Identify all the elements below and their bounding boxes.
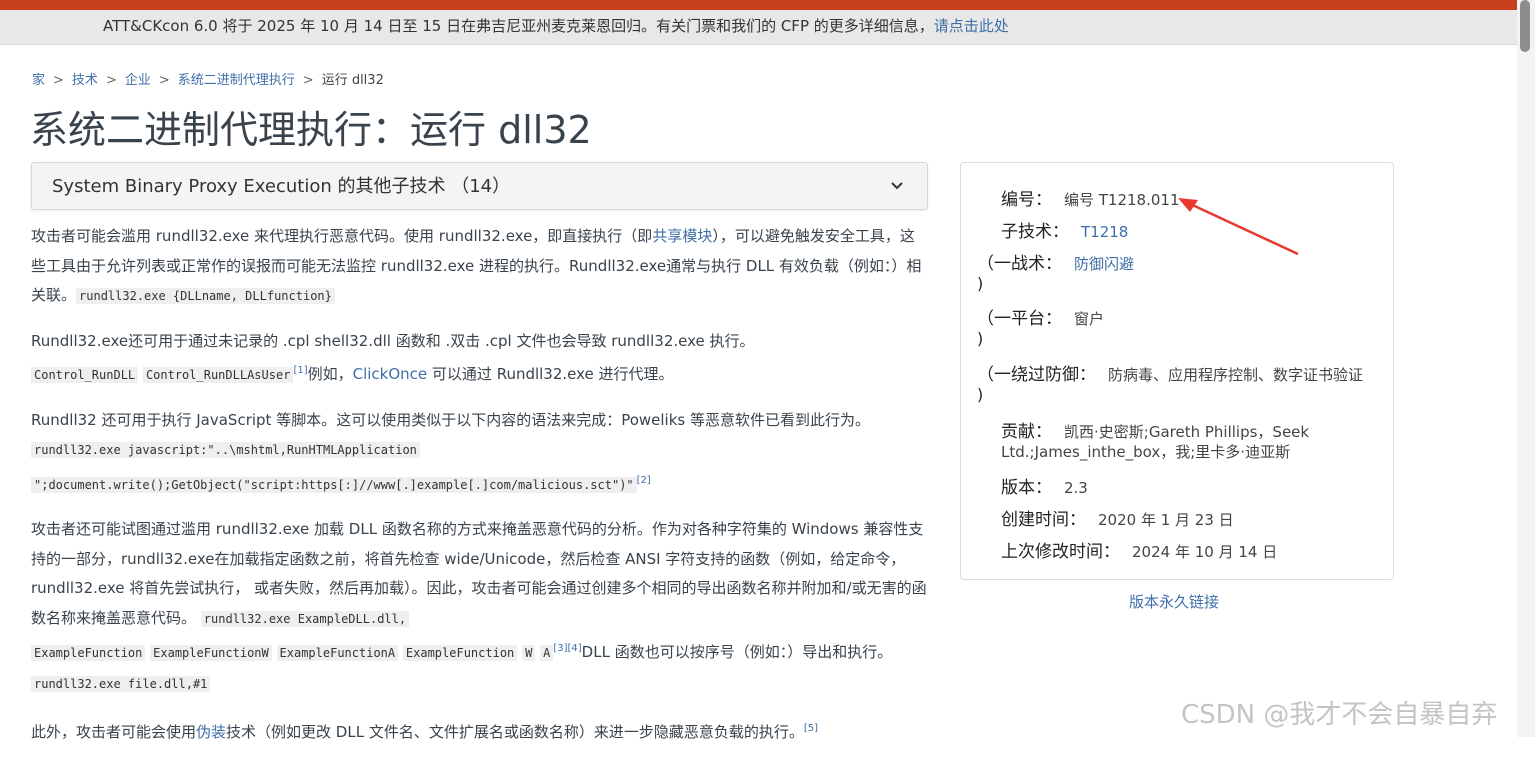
info-key: （一绕过防御：	[977, 365, 1096, 385]
code-snippet: rundll32.exe javascript:"..\mshtml,RunHT…	[31, 442, 420, 458]
info-row-subtechnique: 子技术： T1218	[1001, 217, 1128, 242]
paragraph: Rundll32 还可用于执行 JavaScript 等脚本。这可以使用类似于以…	[31, 406, 927, 501]
info-key: 版本：	[1001, 478, 1052, 498]
text: 攻击者还可能试图通过滥用 rundll32.exe 加载 DLL 函数名称的方式…	[31, 520, 927, 627]
citation-link[interactable]: [3][4]	[553, 643, 581, 654]
info-row-version: 版本： 2.3	[1001, 473, 1088, 498]
code-snippet: rundll32.exe file.dll,#1	[31, 675, 211, 692]
shared-modules-link[interactable]: 共享模块	[652, 227, 712, 245]
masquerading-link[interactable]: 伪装	[196, 723, 226, 741]
version-permalink[interactable]: 版本永久链接	[1129, 591, 1219, 612]
info-row-contributors-cont: Ltd.;James_inthe_box，我;里卡多·迪亚斯	[1001, 441, 1290, 462]
paragraph: 攻击者可能会滥用 rundll32.exe 来代理执行恶意代码。使用 rundl…	[31, 222, 927, 312]
clickonce-link[interactable]: ClickOnce	[353, 365, 428, 383]
code-snippet: ";document.write();GetObject("script:htt…	[31, 476, 637, 493]
code-snippet: ExampleFunction	[402, 645, 518, 661]
watermark-text: CSDN @我才不会自暴自弃	[1181, 700, 1498, 730]
breadcrumb-separator: >	[105, 73, 117, 88]
info-value: 凯西·史密斯;Gareth Phillips，Seek	[1064, 423, 1310, 441]
info-key: （一战术：	[977, 254, 1062, 274]
subtechniques-label: System Binary Proxy Execution 的其他子技术 （14…	[52, 176, 511, 197]
banner-text: ATT&CKcon 6.0 将于 2025 年 10 月 14 日至 15 日在…	[103, 17, 934, 35]
code-snippet: A	[540, 645, 554, 661]
code-snippet: W	[522, 645, 536, 661]
code-snippet: ExampleFunction	[31, 645, 146, 661]
citation-link[interactable]: [2]	[637, 475, 651, 486]
text: DLL 函数也可以按序号（例如：）导出和执行。	[581, 643, 893, 661]
text: 例如，	[307, 365, 353, 383]
info-key: 子技术：	[1001, 222, 1069, 242]
info-row-defense-bypassed: （一绕过防御： 防病毒、应用程序控制、数字证书验证	[977, 360, 1363, 385]
breadcrumb-parent[interactable]: 系统二进制代理执行	[178, 73, 295, 88]
red-arrow-annotation	[1178, 198, 1299, 256]
info-value: 防病毒、应用程序控制、数字证书验证	[1108, 366, 1364, 384]
code-snippet: rundll32.exe ExampleDLL.dll,	[200, 610, 410, 627]
code-snippet: ExampleFunctionW	[150, 645, 272, 661]
breadcrumb-techniques[interactable]: 技术	[72, 73, 98, 88]
code-snippet: Control_RunDLLAsUser	[142, 367, 294, 383]
text: 攻击者可能会滥用 rundll32.exe 来代理执行恶意代码。使用 rundl…	[31, 227, 653, 245]
close-paren: )	[977, 385, 984, 404]
code-snippet: ExampleFunctionA	[276, 645, 399, 661]
breadcrumb-home[interactable]: 家	[32, 73, 45, 88]
info-value: 2020 年 1 月 23 日	[1098, 511, 1234, 529]
citation-link[interactable]: [5]	[804, 723, 818, 734]
info-row-created: 创建时间： 2020 年 1 月 23 日	[1001, 505, 1234, 530]
paragraph: 攻击者还可能试图通过滥用 rundll32.exe 加载 DLL 函数名称的方式…	[31, 515, 927, 699]
banner-link[interactable]: 请点击此处	[934, 17, 1009, 35]
info-value: 2.3	[1064, 479, 1088, 497]
breadcrumb-enterprise[interactable]: 企业	[125, 73, 151, 88]
tactic-link[interactable]: 防御闪避	[1074, 255, 1134, 273]
info-value: 2024 年 10 月 14 日	[1132, 543, 1278, 561]
paragraph: 此外，攻击者可能会使用伪装技术（例如更改 DLL 文件名、文件扩展名或函数名称）…	[31, 714, 927, 748]
text: 可以通过 Rundll32.exe 进行代理。	[427, 365, 674, 383]
announcement-banner: ATT&CKcon 6.0 将于 2025 年 10 月 14 日至 15 日在…	[0, 10, 1517, 45]
chevron-down-icon	[891, 182, 903, 190]
text: Rundll32.exe还可用于通过未记录的 .cpl shell32.dll …	[31, 331, 755, 350]
text: Rundll32 还可用于执行 JavaScript 等脚本。这可以使用类似于以…	[31, 410, 870, 429]
scrollbar-track[interactable]	[1517, 0, 1535, 737]
breadcrumb-current: 运行 dll32	[321, 73, 384, 88]
breadcrumb-separator: >	[53, 73, 64, 88]
info-row-platform: （一平台： 窗户	[977, 304, 1104, 329]
info-row-tactic: （一战术： 防御闪避	[977, 249, 1134, 274]
info-key: 编号：	[1001, 190, 1052, 210]
info-row-id: 编号： 编号 T1218.011	[1001, 185, 1180, 210]
info-key: 上次修改时间：	[1001, 542, 1120, 562]
text: 技术（例如更改 DLL 文件名、文件扩展名或函数名称）来进一步隐藏恶意负载的执行…	[226, 723, 804, 741]
code-snippet: rundll32.exe {DLLname, DLLfunction}	[76, 288, 335, 304]
close-paren: )	[977, 329, 984, 348]
subtechniques-dropdown[interactable]: System Binary Proxy Execution 的其他子技术 （14…	[31, 162, 928, 210]
scrollbar-thumb[interactable]	[1520, 0, 1530, 52]
info-value: 编号 T1218.011	[1064, 191, 1180, 209]
info-key: 创建时间：	[1001, 510, 1086, 530]
code-snippet: Control_RunDLL	[31, 367, 139, 383]
info-value: 窗户	[1074, 310, 1105, 328]
info-row-modified: 上次修改时间： 2024 年 10 月 14 日	[1001, 537, 1277, 562]
paragraph: Rundll32.exe还可用于通过未记录的 .cpl shell32.dll …	[31, 327, 927, 391]
breadcrumb: 家 > 技术 > 企业 > 系统二进制代理执行 > 运行 dll32	[32, 69, 384, 88]
breadcrumb-separator: >	[158, 73, 170, 88]
breadcrumb-separator: >	[302, 73, 314, 88]
info-key: （一平台：	[977, 309, 1062, 329]
parent-technique-link[interactable]: T1218	[1081, 223, 1128, 241]
description-body: 攻击者可能会滥用 rundll32.exe 来代理执行恶意代码。使用 rundl…	[31, 222, 927, 763]
info-key: 贡献：	[1001, 422, 1052, 442]
info-value: Ltd.;James_inthe_box，我;里卡多·迪亚斯	[1001, 443, 1291, 461]
citation-link[interactable]: [1]	[293, 365, 307, 376]
page-title: 系统二进制代理执行：运行 dll32	[30, 108, 592, 152]
text: 此外，攻击者可能会使用	[31, 723, 197, 741]
info-row-contributors: 贡献： 凯西·史密斯;Gareth Phillips，Seek	[1001, 417, 1309, 442]
close-paren: )	[977, 274, 984, 293]
top-accent-bar	[0, 0, 1517, 10]
